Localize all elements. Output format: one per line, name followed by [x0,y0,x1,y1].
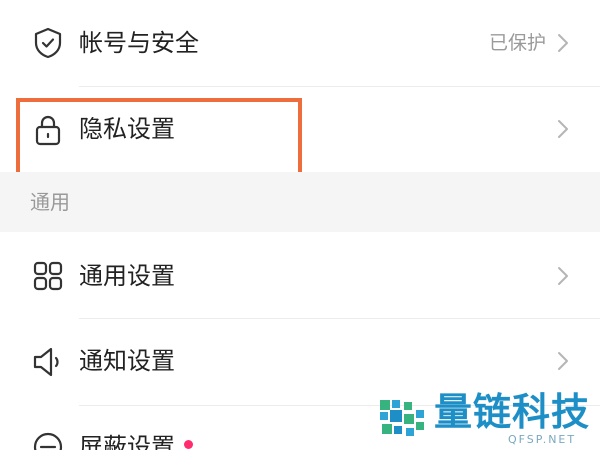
settings-page: 帐号与安全 已保护 隐私设置 通用 通用设置 通知设置 屏蔽设置 量链科技 QF… [0,0,600,450]
general-settings-row[interactable]: 通用设置 [0,232,600,318]
chevron-right-icon [556,350,570,372]
watermark-logo [380,400,424,436]
watermark-brand: 量链科技 [434,390,591,434]
account-security-row[interactable]: 帐号与安全 已保护 [0,0,600,86]
speaker-icon [31,345,65,379]
section-title-general: 通用 [30,190,70,214]
watermark-domain: QFSP.NET [508,433,577,446]
chevron-right-icon [556,32,570,54]
chevron-right-icon [556,265,570,287]
highlight-box [16,98,302,178]
watermark: 量链科技 QFSP.NET [378,392,600,450]
grid-icon [31,259,65,293]
shield-check-icon [31,26,65,60]
block-settings-label: 屏蔽设置 [79,433,175,450]
account-security-label: 帐号与安全 [79,29,199,57]
chevron-right-icon [556,118,570,140]
section-header [0,172,600,232]
notification-badge [184,440,193,449]
notification-settings-label: 通知设置 [79,347,175,375]
account-security-status: 已保护 [488,32,546,54]
block-icon [31,430,65,450]
general-settings-label: 通用设置 [79,262,175,290]
